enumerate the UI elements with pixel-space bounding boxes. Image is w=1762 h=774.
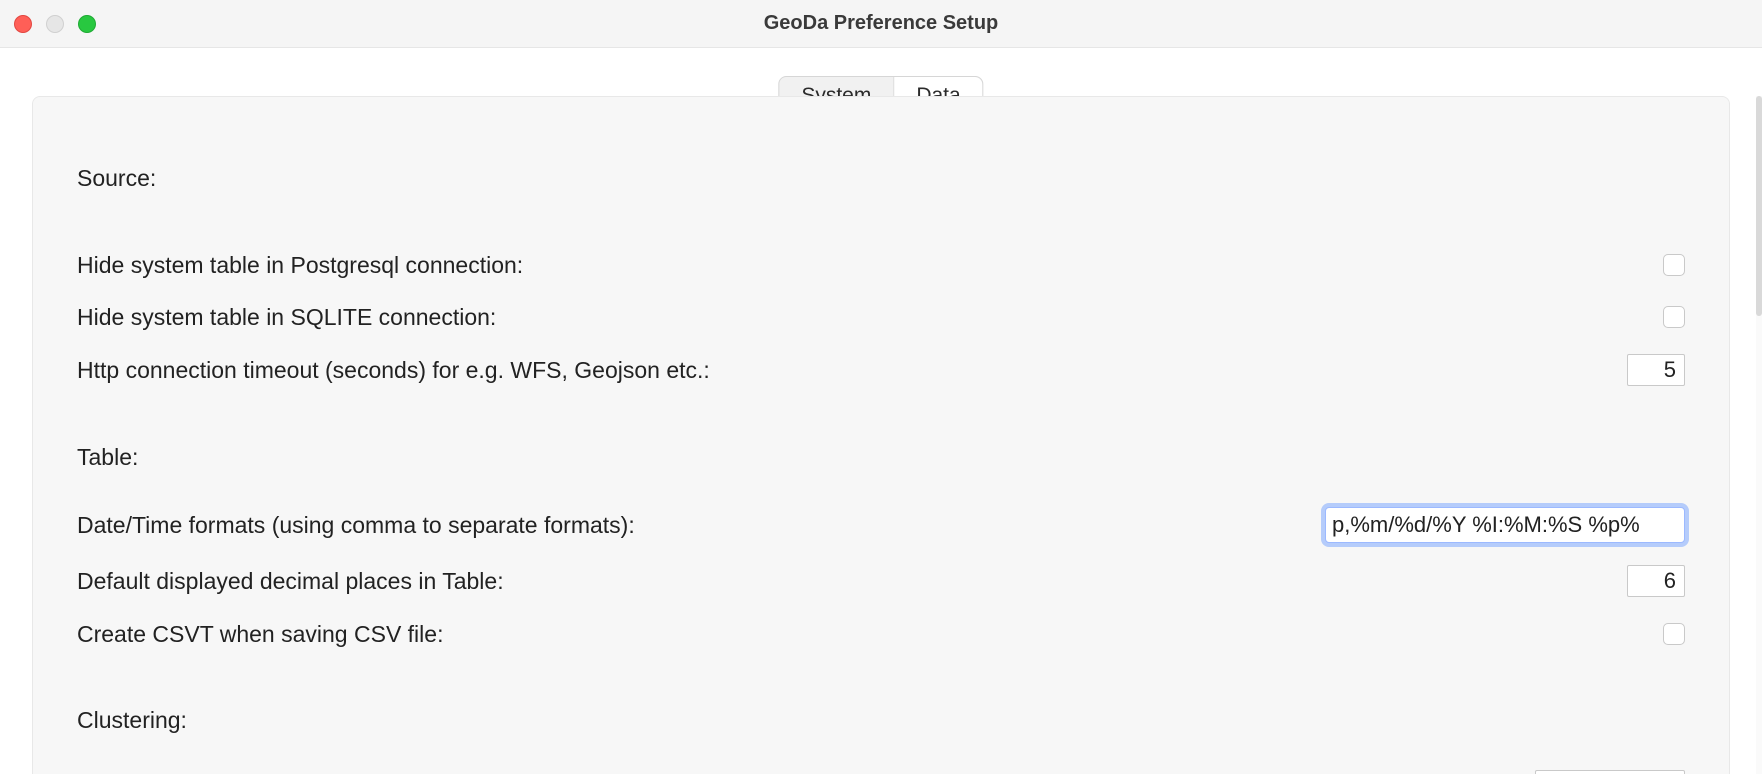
minimize-window-button[interactable]	[46, 15, 64, 33]
input-datetime-fmt[interactable]	[1325, 507, 1685, 543]
checkbox-hide-sqlite[interactable]	[1663, 306, 1685, 328]
input-http-timeout[interactable]	[1627, 354, 1685, 386]
window-controls	[14, 15, 96, 33]
input-stop-criterion[interactable]	[1535, 770, 1685, 774]
pref-row-decimals: Default displayed decimal places in Tabl…	[77, 565, 1685, 597]
content: System Data Source: Hide system table in…	[0, 48, 1762, 774]
pref-label: Default displayed decimal places in Tabl…	[77, 568, 504, 595]
pref-label: Hide system table in SQLITE connection:	[77, 304, 496, 331]
input-decimals[interactable]	[1627, 565, 1685, 597]
window-title: GeoDa Preference Setup	[764, 12, 999, 35]
pref-row-datetime-fmt: Date/Time formats (using comma to separa…	[77, 507, 1685, 543]
section-clustering: Clustering:	[77, 707, 1685, 734]
zoom-window-button[interactable]	[78, 15, 96, 33]
pref-row-hide-sqlite: Hide system table in SQLITE connection:	[77, 302, 1685, 332]
pref-row-http-timeout: Http connection timeout (seconds) for e.…	[77, 354, 1685, 386]
vertical-scrollbar[interactable]	[1756, 96, 1762, 774]
pref-label: Http connection timeout (seconds) for e.…	[77, 357, 710, 384]
pref-row-create-csvt: Create CSVT when saving CSV file:	[77, 619, 1685, 649]
preferences-panel: Source: Hide system table in Postgresql …	[32, 96, 1730, 774]
close-window-button[interactable]	[14, 15, 32, 33]
titlebar: GeoDa Preference Setup	[0, 0, 1762, 48]
pref-label: Date/Time formats (using comma to separa…	[77, 512, 635, 539]
pref-label: Hide system table in Postgresql connecti…	[77, 252, 523, 279]
scrollbar-thumb[interactable]	[1756, 96, 1762, 316]
pref-row-hide-pg: Hide system table in Postgresql connecti…	[77, 250, 1685, 280]
checkbox-hide-pg[interactable]	[1663, 254, 1685, 276]
preferences-list: Source: Hide system table in Postgresql …	[77, 165, 1685, 774]
section-source: Source:	[77, 165, 1685, 192]
pref-row-stop-criterion: Stop criterion for auto-weighting:	[77, 770, 1685, 774]
checkbox-create-csvt[interactable]	[1663, 623, 1685, 645]
section-table: Table:	[77, 444, 1685, 471]
pref-label: Create CSVT when saving CSV file:	[77, 621, 443, 648]
